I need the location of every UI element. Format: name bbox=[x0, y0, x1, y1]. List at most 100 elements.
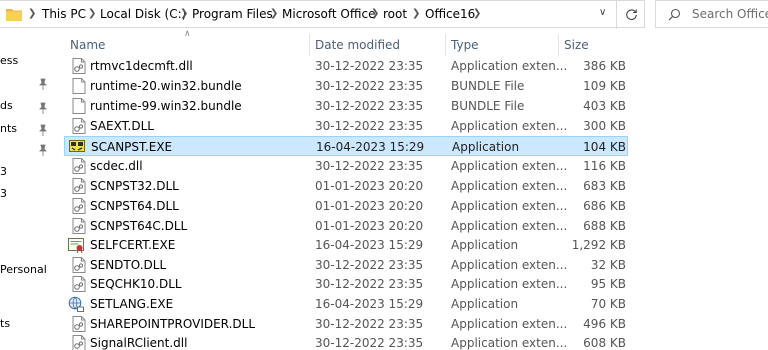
file-name: SCNPST32.DLL bbox=[90, 179, 179, 193]
column-header-date-modified[interactable]: Date modified bbox=[315, 38, 400, 52]
scanpst-app-icon bbox=[69, 140, 85, 152]
pin-icon[interactable] bbox=[38, 102, 48, 114]
nav-item-folder-a[interactable]: 3 bbox=[0, 165, 7, 178]
breadcrumb-this-pc[interactable]: This PC bbox=[42, 7, 86, 21]
file-row[interactable]: SELFCERT.EXE 16-04-2023 15:29 Applicatio… bbox=[64, 235, 628, 255]
file-size: 70 KB bbox=[590, 297, 626, 311]
chevron-right-icon[interactable]: ❯ bbox=[371, 8, 379, 19]
breadcrumb-local-disk[interactable]: Local Disk (C:) bbox=[100, 7, 186, 21]
file-row[interactable]: SignalRClient.dll 30-12-2022 23:35 Appli… bbox=[64, 333, 628, 350]
pin-icon[interactable] bbox=[38, 124, 48, 136]
file-date: 01-01-2023 20:20 bbox=[315, 179, 424, 193]
file-row[interactable]: SETLANG.EXE 16-04-2023 15:29 Application… bbox=[64, 294, 628, 314]
dll-file-icon bbox=[72, 198, 86, 214]
file-name: SCNPST64C.DLL bbox=[90, 219, 188, 233]
address-bar[interactable]: ❯ This PC ❯ Local Disk (C:) ❯ Program Fi… bbox=[0, 0, 645, 29]
file-row[interactable]: rtmvc1decmft.dll 30-12-2022 23:35 Applic… bbox=[64, 56, 628, 76]
file-type: Application exten... bbox=[451, 277, 568, 291]
file-name: runtime-99.win32.bundle bbox=[90, 99, 242, 113]
navigation-pane: ess ds nts 3 3 Personal ts bbox=[0, 34, 55, 350]
certificate-app-icon bbox=[68, 238, 84, 253]
file-type: Application exten... bbox=[451, 317, 568, 331]
breadcrumb-office16[interactable]: Office16 bbox=[425, 7, 475, 21]
file-row-selected[interactable]: SCANPST.EXE 16-04-2023 15:29 Application… bbox=[64, 136, 628, 156]
file-row[interactable]: SCNPST64.DLL 01-01-2023 20:20 Applicatio… bbox=[64, 196, 628, 216]
file-row[interactable]: SAEXT.DLL 30-12-2022 23:35 Application e… bbox=[64, 116, 628, 136]
file-date: 30-12-2022 23:35 bbox=[315, 159, 424, 173]
file-type: Application bbox=[451, 297, 519, 311]
file-type: Application exten... bbox=[451, 59, 568, 73]
chevron-down-icon[interactable]: ∨ bbox=[599, 7, 606, 18]
pin-icon[interactable] bbox=[38, 78, 48, 90]
file-row[interactable]: SCNPST32.DLL 01-01-2023 20:20 Applicatio… bbox=[64, 176, 628, 196]
file-size: 300 KB bbox=[583, 119, 626, 133]
file-size: 1,292 KB bbox=[571, 238, 626, 252]
language-app-icon bbox=[68, 296, 84, 312]
pin-icon[interactable] bbox=[38, 144, 48, 156]
file-size: 32 KB bbox=[590, 258, 626, 272]
chevron-right-icon[interactable]: ❯ bbox=[28, 8, 36, 19]
search-box[interactable]: Search Office16 bbox=[655, 0, 768, 28]
file-type: BUNDLE File bbox=[451, 79, 525, 93]
file-row[interactable]: runtime-20.win32.bundle 30-12-2022 23:35… bbox=[64, 76, 628, 96]
file-row[interactable]: SEQCHK10.DLL 30-12-2022 23:35 Applicatio… bbox=[64, 274, 628, 294]
nav-item-downloads[interactable]: ds bbox=[0, 99, 13, 112]
nav-item-documents[interactable]: nts bbox=[0, 122, 17, 135]
file-size: 686 KB bbox=[583, 199, 626, 213]
file-row[interactable]: SHAREPOINTPROVIDER.DLL 30-12-2022 23:35 … bbox=[64, 314, 628, 334]
nav-item-onedrive-personal[interactable]: Personal bbox=[0, 263, 47, 276]
file-type: Application exten... bbox=[451, 199, 568, 213]
file-size: 109 KB bbox=[583, 79, 626, 93]
breadcrumb-program-files[interactable]: Program Files bbox=[192, 7, 273, 21]
column-header-size[interactable]: Size bbox=[564, 38, 589, 52]
file-name: SCANPST.EXE bbox=[91, 140, 173, 154]
file-size: 104 KB bbox=[583, 140, 626, 154]
file-name: rtmvc1decmft.dll bbox=[90, 59, 193, 73]
file-name: SCNPST64.DLL bbox=[90, 199, 179, 213]
nav-item-folder-b[interactable]: 3 bbox=[0, 187, 7, 200]
file-date: 16-04-2023 15:29 bbox=[315, 297, 424, 311]
file-date: 30-12-2022 23:35 bbox=[315, 59, 424, 73]
column-header-name[interactable]: Name bbox=[70, 38, 105, 52]
file-size: 95 KB bbox=[590, 277, 626, 291]
refresh-button[interactable] bbox=[616, 1, 645, 29]
chevron-right-icon[interactable]: ❯ bbox=[412, 8, 420, 19]
nav-item-quick-access[interactable]: ess bbox=[0, 54, 18, 67]
file-date: 01-01-2023 20:20 bbox=[315, 219, 424, 233]
blank-file-icon bbox=[72, 98, 86, 114]
column-divider[interactable] bbox=[558, 34, 559, 56]
file-size: 683 KB bbox=[583, 179, 626, 193]
search-input[interactable]: Search Office16 bbox=[692, 7, 768, 21]
file-row[interactable]: scdec.dll 30-12-2022 23:35 Application e… bbox=[64, 156, 628, 176]
file-type: Application bbox=[452, 140, 520, 154]
file-name: SELFCERT.EXE bbox=[90, 238, 176, 252]
chevron-right-icon[interactable]: ❯ bbox=[180, 8, 188, 19]
file-row[interactable]: SCNPST64C.DLL 01-01-2023 20:20 Applicati… bbox=[64, 216, 628, 236]
chevron-right-icon[interactable]: ❯ bbox=[88, 8, 96, 19]
breadcrumb-root[interactable]: root bbox=[383, 7, 407, 21]
file-date: 16-04-2023 15:29 bbox=[316, 140, 425, 154]
file-type: Application exten... bbox=[451, 159, 568, 173]
file-date: 30-12-2022 23:35 bbox=[315, 119, 424, 133]
dll-file-icon bbox=[72, 158, 86, 174]
dll-file-icon bbox=[72, 276, 86, 292]
column-header-type[interactable]: Type bbox=[451, 38, 479, 52]
column-divider[interactable] bbox=[445, 34, 446, 56]
breadcrumb-microsoft-office[interactable]: Microsoft Office bbox=[282, 7, 375, 21]
file-name: SENDTO.DLL bbox=[90, 258, 167, 272]
chevron-right-icon[interactable]: ❯ bbox=[270, 8, 278, 19]
column-divider[interactable] bbox=[309, 34, 310, 56]
dll-file-icon bbox=[72, 118, 86, 134]
file-row[interactable]: runtime-99.win32.bundle 30-12-2022 23:35… bbox=[64, 96, 628, 116]
file-size: 403 KB bbox=[583, 99, 626, 113]
file-date: 30-12-2022 23:35 bbox=[315, 336, 424, 350]
refresh-icon bbox=[626, 9, 637, 21]
nav-item-this-pc[interactable]: ts bbox=[0, 317, 10, 330]
file-name: SETLANG.EXE bbox=[90, 297, 174, 311]
file-row[interactable]: SENDTO.DLL 30-12-2022 23:35 Application … bbox=[64, 255, 628, 275]
chevron-right-icon[interactable]: ❯ bbox=[473, 8, 481, 19]
file-type: Application exten... bbox=[451, 258, 568, 272]
file-type: Application exten... bbox=[451, 219, 568, 233]
dll-file-icon bbox=[72, 316, 86, 332]
file-date: 30-12-2022 23:35 bbox=[315, 258, 424, 272]
